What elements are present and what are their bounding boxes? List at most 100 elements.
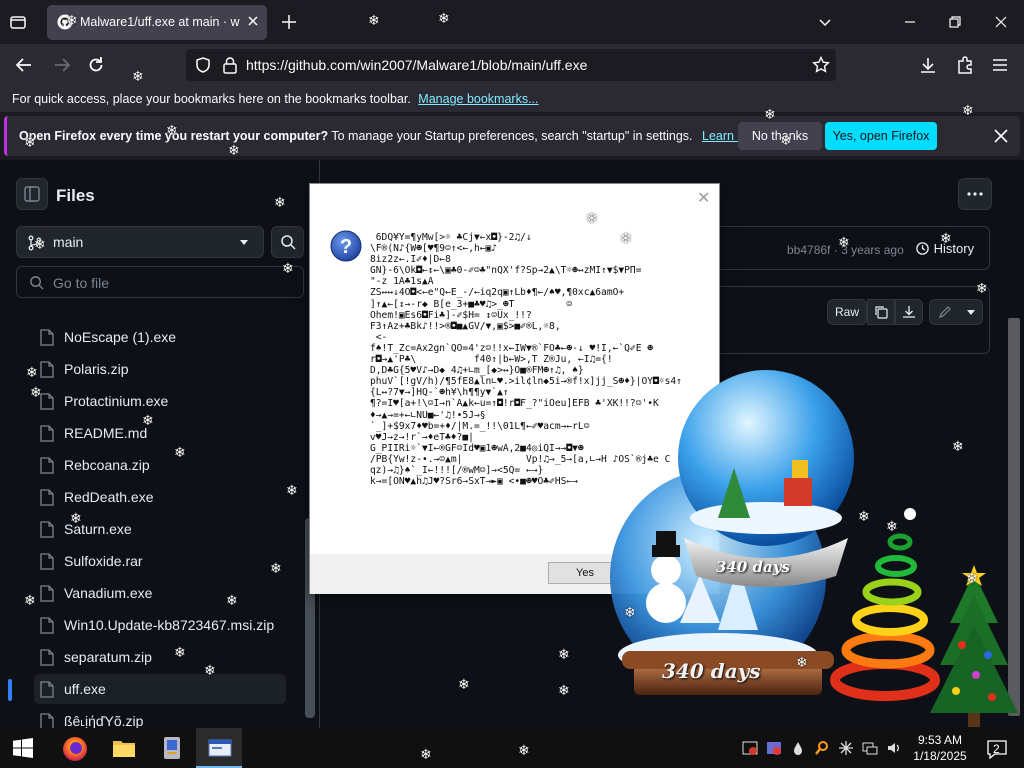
bookmarks-toolbar: For quick access, place your bookmarks h… [0,86,1024,112]
files-heading: Files [56,186,95,205]
commit-hash[interactable]: bb4786f [787,243,830,257]
github-favicon-icon [57,14,73,30]
bookmark-star-icon[interactable] [812,56,830,74]
file-item[interactable]: Saturn.exe [34,514,286,544]
file-item[interactable]: Protactinium.exe [34,386,286,416]
file-item[interactable]: NoEscape (1).exe [34,322,286,352]
taskbar-app-3[interactable] [148,728,194,768]
history-link[interactable]: History [915,241,974,256]
caret-down-icon [239,239,249,247]
forward-arrow-icon[interactable] [52,55,72,75]
restore-icon[interactable] [947,14,963,30]
volume-icon[interactable] [886,740,902,756]
file-name: uff.exe [64,681,106,697]
file-icon [40,425,54,442]
minimize-icon[interactable] [902,14,918,30]
collapse-sidebar-button[interactable] [16,178,48,210]
extensions-puzzle-icon[interactable] [955,55,975,75]
back-arrow-icon[interactable] [14,55,34,75]
tab-overflow-chevron-icon[interactable] [817,14,833,30]
taskbar-clock[interactable]: 9:53 AM 1/18/2025 [910,732,970,764]
file-item[interactable]: Rebcoana.zip [34,450,286,480]
branch-selector[interactable]: main [16,226,264,258]
tray-icon-1[interactable] [742,740,758,756]
file-item[interactable]: README.md [34,418,286,448]
lock-icon[interactable] [222,56,238,74]
file-name: Vanadium.exe [64,585,153,601]
file-item[interactable]: separatum.zip [34,642,286,672]
selected-indicator [8,679,12,701]
url-bar[interactable]: https://github.com/win2007/Malware1/blob… [186,49,836,81]
new-tab-icon[interactable] [280,13,298,31]
copy-raw-button[interactable] [867,299,895,325]
tracking-protection-shield-icon[interactable] [194,56,212,74]
reload-icon[interactable] [86,55,106,75]
bookmarks-hint-text: For quick access, place your bookmarks h… [12,92,411,106]
file-icon [40,617,54,634]
file-item[interactable]: ßê˪ịήďΥõ.zip [34,706,286,728]
globe-days-label-large: 340 days [662,659,761,683]
downloads-icon[interactable] [918,55,938,75]
file-icon [40,649,54,666]
taskbar-dialog-app[interactable] [196,728,242,768]
windows-taskbar: 9:53 AM 1/18/2025 2 [0,728,1024,768]
file-item[interactable]: Sulfoxide.rar [34,546,286,576]
dialog-close-icon[interactable]: ✕ [697,188,710,208]
manage-bookmarks-link[interactable]: Manage bookmarks... [418,92,538,106]
go-to-file-field[interactable] [16,266,304,298]
branch-name: main [53,234,84,250]
file-item[interactable]: Polaris.zip [34,354,286,384]
taskbar-file-explorer[interactable] [100,728,146,768]
history-clock-icon [915,241,930,256]
notification-question: Open Firefox every time you restart your… [19,129,329,143]
list-all-tabs-icon[interactable] [8,12,28,32]
file-item[interactable]: Win10.Update-kb8723467.msi.zip [34,610,286,640]
file-icon [40,329,54,346]
file-name: RedDeath.exe [64,489,154,505]
more-options-button[interactable] [958,178,992,210]
navigation-toolbar: https://github.com/win2007/Malware1/blob… [0,44,1024,86]
search-files-button[interactable] [271,226,304,258]
windows-start-icon[interactable] [13,738,33,758]
file-name: Saturn.exe [64,521,132,537]
close-notification-icon[interactable] [993,128,1009,144]
yes-open-firefox-button[interactable]: Yes, open Firefox [825,122,937,150]
raw-button[interactable]: Raw [827,299,867,325]
startup-notification-bar: Open Firefox every time you restart your… [4,116,1020,156]
file-item[interactable]: RedDeath.exe [34,482,286,512]
history-label: History [933,241,975,256]
file-name: NoEscape (1).exe [64,329,177,345]
tray-search-icon[interactable] [814,740,830,756]
taskbar-firefox[interactable] [52,728,98,768]
file-name: Win10.Update-kb8723467.msi.zip [64,617,275,633]
url-text[interactable]: https://github.com/win2007/Malware1/blob… [246,57,587,73]
network-icon[interactable] [862,740,878,756]
close-tab-icon[interactable] [245,13,261,29]
download-raw-button[interactable] [895,299,923,325]
file-tree-sidebar: Files main NoEscape (1).exe Polaris.zip … [0,160,320,728]
tray-star-icon[interactable] [838,740,854,756]
search-icon [280,234,296,250]
go-to-file-input[interactable] [53,273,293,293]
no-thanks-button[interactable]: No thanks [738,122,822,150]
copy-icon [874,305,888,319]
tray-icon-2[interactable] [766,740,782,756]
file-item-selected[interactable]: uff.exe [34,674,286,704]
notification-text: To manage your Startup preferences, sear… [331,129,693,143]
file-item[interactable]: Vanadium.exe [34,578,286,608]
file-name: Sulfoxide.rar [64,553,143,569]
tab-active[interactable]: Malware1/uff.exe at main · win2007/Malwa… [47,5,267,40]
file-icon [40,553,54,570]
pencil-icon [938,305,952,319]
close-window-icon[interactable] [993,14,1009,30]
hamburger-menu-icon[interactable] [991,55,1009,75]
search-icon [29,275,44,290]
git-branch-icon [27,235,43,251]
globe-days-label-small: 340 days [716,558,790,576]
notification-count: 2 [993,742,1000,756]
folder-icon [112,738,136,758]
file-icon [40,457,54,474]
tray-droplet-icon[interactable] [790,740,806,756]
edit-file-button[interactable] [929,299,983,325]
caret-down-icon [966,309,976,317]
